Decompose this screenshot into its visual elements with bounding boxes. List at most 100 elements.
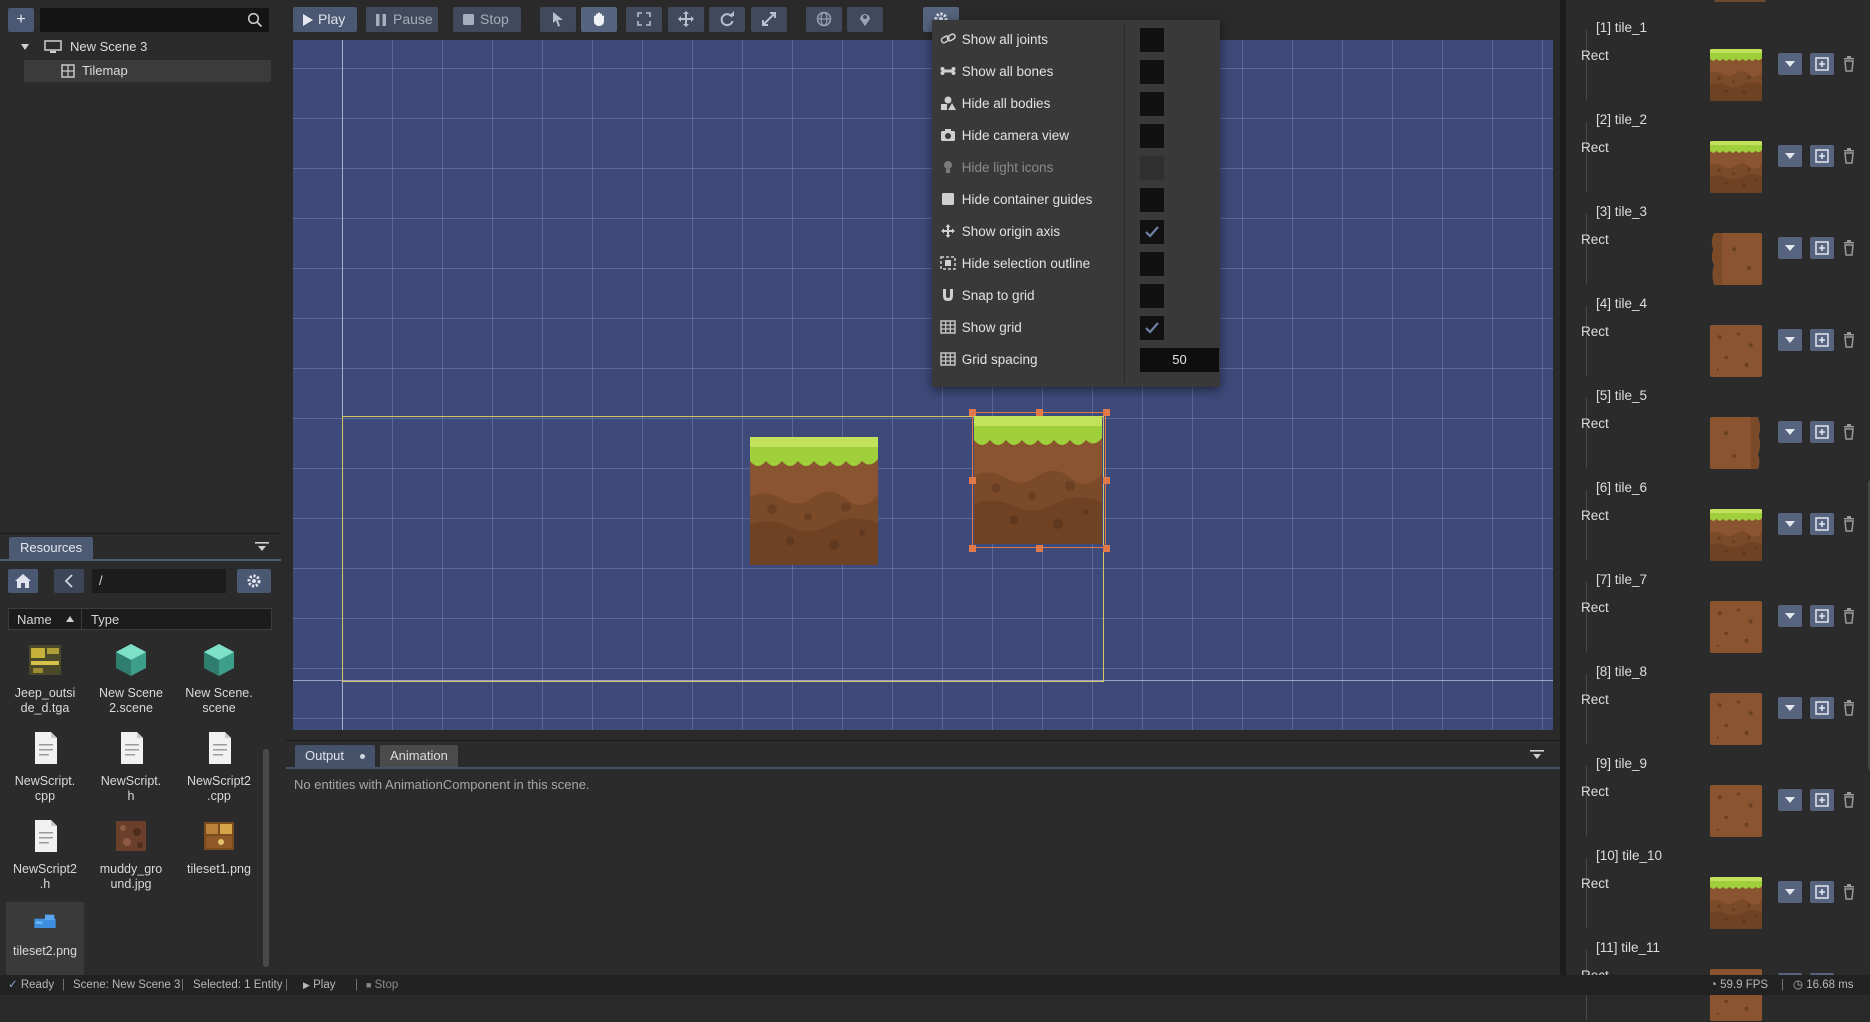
checkbox-checked[interactable] bbox=[1140, 220, 1164, 244]
tile-delete-button[interactable] bbox=[1839, 145, 1859, 167]
tab-output[interactable]: Output bbox=[295, 745, 375, 767]
grid-spacing-input[interactable]: 50 bbox=[1140, 348, 1219, 372]
tab-resources[interactable]: Resources bbox=[9, 537, 94, 559]
menu-item-snap-to-grid[interactable]: Snap to grid bbox=[940, 280, 1212, 312]
resize-handle[interactable] bbox=[1103, 545, 1110, 552]
tile-delete-button[interactable] bbox=[1839, 697, 1859, 719]
tile-thumbnail[interactable] bbox=[1710, 693, 1762, 745]
checkbox[interactable] bbox=[1140, 28, 1164, 52]
tile-entry[interactable]: [6] tile_6 Rect bbox=[1566, 470, 1862, 562]
resource-item[interactable]: New Scene. scene bbox=[180, 638, 258, 715]
play-button[interactable]: Play bbox=[293, 7, 357, 32]
resource-settings-button[interactable] bbox=[237, 569, 271, 593]
tile-delete-button[interactable] bbox=[1839, 329, 1859, 351]
tile-thumbnail[interactable] bbox=[1710, 141, 1762, 193]
home-button[interactable] bbox=[8, 569, 38, 593]
menu-item-show-origin-axis[interactable]: Show origin axis bbox=[940, 216, 1212, 248]
tile-entry[interactable]: [3] tile_3 Rect bbox=[1566, 194, 1862, 286]
panel-menu-icon[interactable] bbox=[1530, 749, 1544, 761]
tile-dropdown-button[interactable] bbox=[1778, 513, 1802, 535]
tile-dropdown-button[interactable] bbox=[1778, 329, 1802, 351]
tile-thumbnail[interactable] bbox=[1710, 49, 1762, 101]
resize-handle[interactable] bbox=[1103, 409, 1110, 416]
tile-dropdown-button[interactable] bbox=[1778, 881, 1802, 903]
checkbox[interactable] bbox=[1140, 188, 1164, 212]
resize-handle[interactable] bbox=[969, 477, 976, 484]
tile-delete-button[interactable] bbox=[1839, 53, 1859, 75]
add-entity-button[interactable]: + bbox=[8, 8, 34, 32]
world-space-button[interactable] bbox=[806, 7, 842, 32]
menu-item-show-grid[interactable]: Show grid bbox=[940, 312, 1212, 344]
menu-item-show-joints[interactable]: Show all joints bbox=[940, 24, 1212, 56]
tile-dropdown-button[interactable] bbox=[1778, 605, 1802, 627]
menu-item-hide-camera[interactable]: Hide camera view bbox=[940, 120, 1212, 152]
tile-name[interactable]: [6] tile_6 bbox=[1596, 480, 1647, 495]
resource-item-selected[interactable]: tileset2.png bbox=[6, 902, 84, 978]
search-icon[interactable] bbox=[247, 12, 263, 28]
tile-add-button[interactable] bbox=[1810, 53, 1834, 75]
menu-item-hide-container-guides[interactable]: Hide container guides bbox=[940, 184, 1212, 216]
tile-thumbnail[interactable] bbox=[1710, 601, 1762, 653]
select-tool-button[interactable] bbox=[540, 7, 576, 32]
tile-thumbnail[interactable] bbox=[1710, 785, 1762, 837]
back-button[interactable] bbox=[54, 569, 84, 593]
tile-entry[interactable]: [10] tile_10 Rect bbox=[1566, 838, 1862, 930]
scale-tool-button[interactable] bbox=[751, 7, 787, 32]
pause-button[interactable]: Pause bbox=[366, 7, 438, 32]
tile-thumbnail[interactable] bbox=[1710, 325, 1762, 377]
tile-entry[interactable]: [1] tile_1 Rect bbox=[1566, 10, 1862, 102]
tile-thumbnail[interactable] bbox=[1710, 509, 1762, 561]
resource-item[interactable]: Jeep_outsi de_d.tga bbox=[6, 638, 84, 715]
tile-add-button[interactable] bbox=[1810, 329, 1834, 351]
tile-add-button[interactable] bbox=[1810, 789, 1834, 811]
tile-dropdown-button[interactable] bbox=[1778, 421, 1802, 443]
pan-tool-button[interactable] bbox=[581, 7, 617, 32]
tile-name[interactable]: [4] tile_4 bbox=[1596, 296, 1647, 311]
tile-entry[interactable]: [5] tile_5 Rect bbox=[1566, 378, 1862, 470]
tile-add-button[interactable] bbox=[1810, 237, 1834, 259]
resource-item[interactable]: muddy_gro und.jpg bbox=[92, 814, 170, 891]
tile-delete-button[interactable] bbox=[1839, 237, 1859, 259]
resources-scrollbar[interactable] bbox=[263, 749, 269, 967]
checkbox[interactable] bbox=[1140, 92, 1164, 116]
checkbox[interactable] bbox=[1140, 60, 1164, 84]
tile-name[interactable]: [5] tile_5 bbox=[1596, 388, 1647, 403]
tile-name[interactable]: [11] tile_11 bbox=[1596, 940, 1660, 955]
path-field[interactable]: / bbox=[92, 569, 226, 593]
tile-dropdown-button[interactable] bbox=[1778, 789, 1802, 811]
tile-add-button[interactable] bbox=[1810, 605, 1834, 627]
resource-item[interactable]: New Scene 2.scene bbox=[92, 638, 170, 715]
checkbox[interactable] bbox=[1140, 124, 1164, 148]
scene-search-input[interactable] bbox=[40, 8, 269, 32]
resource-item[interactable]: NewScript. cpp bbox=[6, 726, 84, 803]
tile-delete-button[interactable] bbox=[1839, 789, 1859, 811]
tile-entry[interactable]: [7] tile_7 Rect bbox=[1566, 562, 1862, 654]
resize-handle[interactable] bbox=[1036, 409, 1043, 416]
tile-name[interactable]: [10] tile_10 bbox=[1596, 848, 1662, 863]
tile-add-button[interactable] bbox=[1810, 513, 1834, 535]
tile-thumbnail[interactable] bbox=[1710, 877, 1762, 929]
status-stop[interactable]: ■ Stop bbox=[366, 975, 398, 995]
tile-thumbnail[interactable] bbox=[1710, 417, 1762, 469]
tree-item-tilemap[interactable]: Tilemap bbox=[24, 60, 271, 82]
tile-delete-button[interactable] bbox=[1839, 421, 1859, 443]
collapse-arrow-icon[interactable] bbox=[20, 42, 30, 52]
tile-name[interactable]: [8] tile_8 bbox=[1596, 664, 1647, 679]
resize-handle[interactable] bbox=[1036, 545, 1043, 552]
sort-asc-icon[interactable] bbox=[66, 616, 74, 622]
resource-item[interactable]: NewScript2 .h bbox=[6, 814, 84, 891]
resize-handle[interactable] bbox=[1103, 477, 1110, 484]
tile-name[interactable]: [2] tile_2 bbox=[1596, 112, 1647, 127]
tile-add-button[interactable] bbox=[1810, 697, 1834, 719]
menu-item-hide-bodies[interactable]: Hide all bodies bbox=[940, 88, 1212, 120]
tile-sprite[interactable] bbox=[750, 437, 878, 565]
tile-name[interactable]: [7] tile_7 bbox=[1596, 572, 1647, 587]
checkbox[interactable] bbox=[1140, 284, 1164, 308]
menu-item-show-bones[interactable]: Show all bones bbox=[940, 56, 1212, 88]
tile-thumbnail[interactable] bbox=[1710, 233, 1762, 285]
tree-item-scene[interactable]: New Scene 3 bbox=[18, 36, 268, 58]
resource-item[interactable]: tileset1.png bbox=[180, 814, 258, 890]
tile-dropdown-button[interactable] bbox=[1778, 237, 1802, 259]
tile-dropdown-button[interactable] bbox=[1778, 145, 1802, 167]
tile-add-button[interactable] bbox=[1810, 145, 1834, 167]
